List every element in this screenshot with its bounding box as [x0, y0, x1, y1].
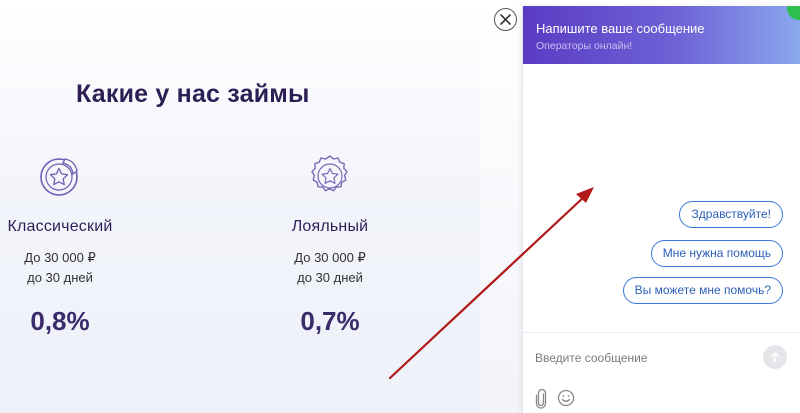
chat-input-area — [523, 332, 800, 413]
loan-rate: 0,7% — [300, 306, 360, 336]
smiley-icon[interactable] — [557, 389, 575, 407]
arrow-up-icon — [770, 352, 780, 363]
send-button[interactable] — [763, 345, 787, 369]
loan-term: до 30 дней — [297, 270, 363, 285]
chat-close-button[interactable] — [494, 8, 517, 31]
loan-name: Классический — [7, 218, 113, 235]
loan-term: до 30 дней — [27, 270, 93, 285]
page-title: Какие у нас займы — [76, 80, 310, 108]
quick-reply-can-you-help[interactable]: Вы можете мне помочь? — [622, 277, 783, 304]
paperclip-icon[interactable] — [534, 389, 548, 409]
chat-widget: Напишите ваше сообщение Операторы онлайн… — [522, 6, 800, 413]
loan-name: Лояльный — [291, 218, 369, 235]
star-sticker-icon — [40, 158, 78, 196]
page-background-strip — [480, 0, 525, 413]
quick-reply-hello[interactable]: Здравствуйте! — [679, 201, 783, 228]
chat-title: Напишите ваше сообщение — [536, 21, 705, 36]
star-seal-icon — [311, 155, 348, 192]
loan-amount: До 30 000 ₽ — [294, 250, 366, 265]
loan-card-loyal: Лояльный До 30 000 ₽ до 30 дней 0,7% — [270, 151, 390, 337]
online-status-dot — [787, 6, 800, 20]
close-icon — [500, 14, 511, 25]
loan-amount: До 30 000 ₽ — [24, 250, 96, 265]
chat-header: Напишите ваше сообщение Операторы онлайн… — [523, 6, 800, 64]
loan-card-classic: Классический До 30 000 ₽ до 30 дней 0,8% — [0, 151, 120, 337]
loan-rate: 0,8% — [30, 306, 90, 336]
message-input[interactable] — [535, 348, 755, 368]
quick-reply-need-help[interactable]: Мне нужна помощь — [650, 240, 783, 267]
chat-operators-status: Операторы онлайн! — [536, 40, 633, 52]
